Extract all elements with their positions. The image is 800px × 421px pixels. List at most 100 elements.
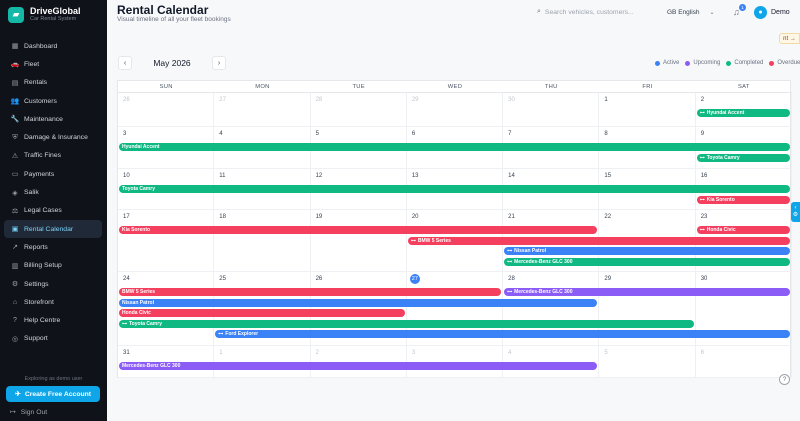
booking-label: Kia Sorento <box>122 227 151 233</box>
day-number: 26 <box>315 276 323 282</box>
sidebar-item-label: Storefront <box>24 298 54 306</box>
day-number: 12 <box>315 173 323 179</box>
day-cell[interactable]: 18 <box>214 210 311 271</box>
nav-icon: ⛨ <box>12 133 18 141</box>
side-panel-toggle[interactable]: ‹ ⚙ <box>791 202 800 222</box>
user-menu[interactable]: ● Demo <box>754 6 790 19</box>
booking-bar[interactable]: ⊶ Toyota Camry <box>119 319 694 328</box>
booking-bar[interactable]: BMW 5 Series <box>119 288 502 296</box>
day-number: 23 <box>700 214 708 220</box>
sidebar-item-help-centre[interactable]: ? Help Centre <box>4 311 102 329</box>
sidebar-item-payments[interactable]: ▭ Payments <box>4 165 102 183</box>
car-icon: ⊶ <box>218 331 224 337</box>
day-number: 16 <box>700 173 708 179</box>
day-number: 8 <box>604 131 608 137</box>
day-cell[interactable]: 5 <box>599 346 696 377</box>
demo-note: Exploring as demo user <box>24 376 83 382</box>
sidebar-item-legal-cases[interactable]: ⚖ Legal Cases <box>4 202 102 220</box>
help-button[interactable]: ? <box>779 374 790 385</box>
booking-bar[interactable]: ⊶ BMW 5 Series <box>407 236 790 245</box>
day-number: 29 <box>604 276 612 282</box>
nav-icon: 🔧 <box>10 116 20 124</box>
booking-label: Mercedes-Benz GLC 300 <box>122 363 181 369</box>
sidebar-item-label: Fleet <box>24 60 40 68</box>
day-cell[interactable]: 19 <box>311 210 407 271</box>
booking-bar[interactable]: ⊶ Toyota Camry <box>696 153 790 162</box>
booking-label: Hyundai Accent <box>122 144 160 150</box>
booking-bar[interactable]: ⊶ Nissan Patrol <box>504 247 790 255</box>
booking-bar[interactable]: ⊶ Honda Civic <box>696 226 790 234</box>
booking-bar[interactable]: ⊶ Hyundai Accent <box>696 109 790 117</box>
booking-label: Honda Civic <box>122 310 151 316</box>
language-select[interactable]: GB English ⌄ <box>667 9 715 16</box>
sidebar-item-customers[interactable]: 👥 Customers <box>4 92 102 110</box>
sidebar-item-support[interactable]: ◎ Support <box>4 330 102 348</box>
booking-bar[interactable]: Hyundai Accent <box>119 143 790 151</box>
legend-item: Overdue <box>769 60 800 66</box>
day-cell[interactable]: 26 <box>118 93 215 126</box>
car-icon: ⊶ <box>507 289 513 295</box>
sidebar-item-label: Reports <box>24 243 48 251</box>
next-month-button[interactable]: › <box>212 56 226 70</box>
search-input[interactable]: ⌕ Search vehicles, customers... <box>537 8 634 16</box>
day-number: 7 <box>508 131 512 137</box>
sidebar-item-damage-insurance[interactable]: ⛨ Damage & Insurance <box>4 128 102 146</box>
booking-bar[interactable]: ⊶ Mercedes-Benz GLC 300 <box>504 288 790 296</box>
sidebar-item-dashboard[interactable]: ▦ Dashboard <box>4 37 102 55</box>
sidebar-item-label: Help Centre <box>24 317 61 325</box>
sign-out-label: Sign Out <box>20 408 48 416</box>
sidebar-item-label: Rental Calendar <box>24 225 74 233</box>
booking-bar[interactable]: Nissan Patrol <box>119 298 598 307</box>
booking-bar[interactable]: Mercedes-Benz GLC 300 <box>119 362 598 370</box>
day-cell[interactable]: 28 <box>311 93 407 126</box>
sidebar-item-settings[interactable]: ⚙ Settings <box>4 275 102 293</box>
sidebar-item-rental-calendar[interactable]: ▣ Rental Calendar <box>4 219 102 239</box>
day-cell[interactable]: 27 <box>214 93 311 126</box>
day-cell[interactable]: 30 <box>503 93 600 126</box>
legend-dot <box>655 60 660 66</box>
chevron-down-icon: ⌄ <box>709 10 715 16</box>
booking-bar[interactable]: ⊶ Mercedes-Benz GLC 300 <box>504 257 790 266</box>
tour-chip[interactable]: nt → <box>779 33 800 44</box>
legend-dot <box>769 60 775 66</box>
booking-bar[interactable]: ⊶ Kia Sorento <box>696 195 790 204</box>
day-cell[interactable]: 6 <box>696 346 792 377</box>
nav-icon: ▦ <box>11 43 19 51</box>
brand[interactable]: ▰ DriveGlobal Car Rental System <box>8 6 81 23</box>
day-cell[interactable]: 1 <box>599 93 696 126</box>
sidebar-item-billing-setup[interactable]: ▥ Billing Setup <box>4 257 102 275</box>
sidebar-item-reports[interactable]: ↗ Reports <box>4 238 102 256</box>
prev-month-button[interactable]: ‹ <box>118 56 132 70</box>
booking-label: Toyota Camry <box>122 186 155 192</box>
car-icon: ⊶ <box>410 237 416 244</box>
day-cell[interactable]: 17 <box>118 210 215 271</box>
sidebar-item-fleet[interactable]: 🚗 Fleet <box>4 55 102 73</box>
calendar-grid: SUN MON TUE WED THU FRI SAT 26 27 28 29 30 1 2 3 4 5 6 7 8… <box>117 80 792 378</box>
weekday-label: MON <box>255 84 270 90</box>
sidebar-item-storefront[interactable]: ⌂ Storefront <box>4 293 102 311</box>
sidebar-item-label: Damage & Insurance <box>24 134 88 142</box>
sidebar-item-label: Payments <box>24 170 55 178</box>
sign-out-link[interactable]: ↦ Sign Out <box>10 408 48 417</box>
status-legend: Active Upcoming Completed Overdue <box>655 60 800 66</box>
day-number: 28 <box>315 97 323 103</box>
booking-bar[interactable]: Honda Civic <box>119 309 405 317</box>
day-number: 26 <box>123 97 130 103</box>
language-value: GB English <box>667 9 700 16</box>
sidebar-item-rentals[interactable]: ▤ Rentals <box>4 74 102 92</box>
day-number: 25 <box>219 276 226 282</box>
sidebar-item-maintenance[interactable]: 🔧 Maintenance <box>4 110 102 128</box>
sidebar-item-salik[interactable]: ◈ Salik <box>4 183 102 201</box>
sidebar-item-traffic-fines[interactable]: ⚠ Traffic Fines <box>4 147 102 165</box>
legend-label: Overdue <box>777 60 800 66</box>
nav-icon: ◎ <box>11 335 19 343</box>
create-account-button[interactable]: ✈ Create Free Account <box>6 386 100 402</box>
day-number: 15 <box>604 173 612 179</box>
day-number: 5 <box>604 350 608 356</box>
booking-bar[interactable]: Kia Sorento <box>119 226 598 234</box>
day-cell[interactable]: 29 <box>407 93 504 126</box>
sidebar-item-label: Support <box>24 335 48 343</box>
booking-bar[interactable]: ⊶ Ford Explorer <box>215 330 790 338</box>
legend-item: Upcoming <box>685 60 720 66</box>
booking-bar[interactable]: Toyota Camry <box>119 185 790 193</box>
